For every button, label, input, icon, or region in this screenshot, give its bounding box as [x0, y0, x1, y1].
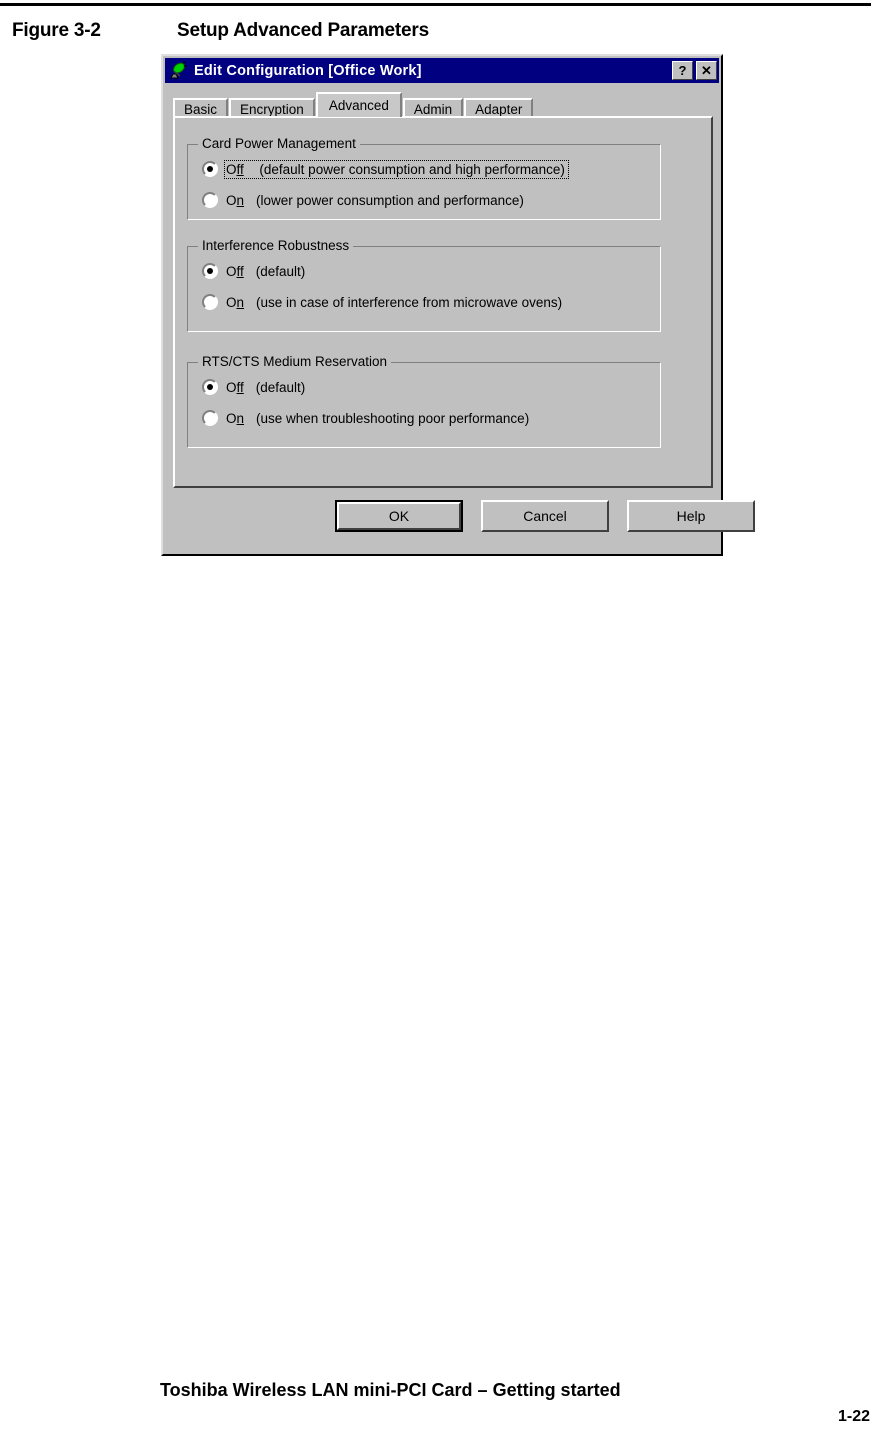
page-top-rule: [0, 3, 871, 6]
figure-title: Setup Advanced Parameters: [177, 20, 429, 41]
radio-row-card-power-on[interactable]: On (lower power consumption and performa…: [202, 192, 524, 208]
radio-button-off[interactable]: [202, 161, 218, 177]
radio-row-rtscts-off[interactable]: Off (default): [202, 379, 305, 395]
radio-button-on[interactable]: [202, 294, 218, 310]
group-title: Card Power Management: [198, 136, 360, 151]
ok-button-label: OK: [337, 502, 461, 530]
radio-row-interference-off[interactable]: Off (default): [202, 263, 305, 279]
ok-button[interactable]: OK: [335, 500, 463, 532]
help-button[interactable]: Help: [627, 500, 755, 532]
radio-label-off: Off: [226, 263, 244, 279]
radio-description-on: (lower power consumption and performance…: [256, 192, 524, 208]
group-card-power-management: Card Power Management Off (default power…: [187, 136, 661, 220]
cancel-button[interactable]: Cancel: [481, 500, 609, 532]
radio-description-off: (default power consumption and high perf…: [259, 161, 565, 177]
radio-row-card-power-off[interactable]: Off (default power consumption and high …: [202, 159, 569, 179]
radio-row-rtscts-on[interactable]: On (use when troubleshooting poor perfor…: [202, 410, 529, 426]
radio-label-off: Off: [226, 379, 244, 395]
group-interference-robustness: Interference Robustness Off (default) On…: [187, 238, 661, 332]
figure-caption: Figure 3-2 Setup Advanced Parameters: [12, 20, 429, 42]
radio-label-on: On: [226, 410, 245, 426]
radio-label-on: On: [226, 294, 245, 310]
radio-description-on: (use when troubleshooting poor performan…: [256, 410, 530, 426]
group-title: RTS/CTS Medium Reservation: [198, 354, 392, 369]
tab-advanced[interactable]: Advanced: [315, 92, 402, 117]
help-titlebar-button[interactable]: ?: [672, 61, 693, 80]
dialog-button-row: OK Cancel Help: [163, 500, 755, 536]
group-rts-cts-medium-reservation: RTS/CTS Medium Reservation Off (default)…: [187, 354, 661, 448]
radio-button-on[interactable]: [202, 192, 218, 208]
antenna-icon: [168, 61, 188, 80]
footer-page-number: 1-22: [837, 1408, 870, 1425]
radio-label-on: On: [226, 192, 245, 208]
radio-label-off: Off: [226, 161, 244, 177]
dialog-title: Edit Configuration [Office Work]: [194, 62, 422, 79]
radio-description-on: (use in case of interference from microw…: [256, 294, 563, 310]
dialog-titlebar[interactable]: Edit Configuration [Office Work] ? ✕: [165, 58, 719, 83]
group-title: Interference Robustness: [198, 238, 354, 253]
titlebar-buttons: ? ✕: [672, 61, 717, 80]
tab-strip: Basic Encryption Advanced Admin Adapter: [173, 92, 713, 119]
focus-rectangle: Off (default power consumption and high …: [224, 159, 569, 179]
radio-button-on[interactable]: [202, 410, 218, 426]
radio-description-off: (default): [255, 263, 306, 279]
edit-configuration-dialog: Edit Configuration [Office Work] ? ✕ Bas…: [161, 54, 755, 556]
footer-title: Toshiba Wireless LAN mini-PCI Card – Get…: [160, 1380, 621, 1400]
radio-button-off[interactable]: [202, 379, 218, 395]
radio-button-off[interactable]: [202, 263, 218, 279]
radio-description-off: (default): [255, 379, 306, 395]
close-icon[interactable]: ✕: [696, 61, 717, 80]
figure-number: Figure 3-2: [12, 20, 101, 41]
radio-row-interference-on[interactable]: On (use in case of interference from mic…: [202, 294, 562, 310]
